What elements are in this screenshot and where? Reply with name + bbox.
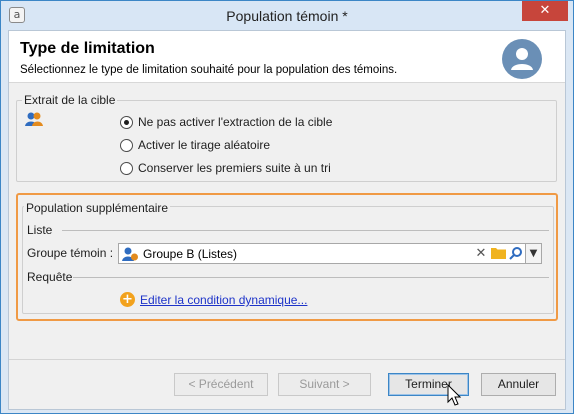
search-icon[interactable] — [508, 246, 524, 262]
user-avatar-icon — [502, 39, 542, 79]
additional-group-legend: Population supplémentaire — [24, 201, 171, 215]
extract-group-legend: Extrait de la cible — [22, 93, 118, 107]
radio-keep-first[interactable]: Conserver les premiers suite à un tri — [120, 160, 331, 176]
control-group-field[interactable]: Groupe B (Listes) ✕ ▼ — [118, 243, 542, 264]
cancel-button[interactable]: Annuler — [481, 373, 556, 396]
page-title: Type de limitation — [20, 40, 155, 57]
mouse-cursor-icon — [447, 383, 462, 409]
radio-no-extraction[interactable]: Ne pas activer l'extraction de la cible — [120, 114, 332, 130]
query-label: Requête — [27, 270, 73, 284]
radio-button[interactable] — [120, 115, 133, 129]
radio-label: Activer le tirage aléatoire — [138, 138, 271, 152]
control-group-label: Groupe témoin : — [27, 246, 114, 260]
radio-label: Ne pas activer l'extraction de la cible — [138, 115, 333, 129]
clear-icon[interactable]: ✕ — [473, 246, 489, 262]
close-button[interactable]: ✕ — [522, 1, 568, 21]
dialog-window: a Population témoin * ✕ Type de limitati… — [0, 0, 574, 414]
list-label: Liste — [27, 223, 53, 237]
query-separator — [73, 277, 549, 278]
next-button[interactable]: Suivant > — [278, 373, 371, 396]
chevron-down-icon[interactable]: ▼ — [525, 244, 541, 263]
list-separator — [62, 230, 549, 231]
radio-button[interactable] — [120, 161, 133, 175]
folder-icon[interactable] — [490, 246, 506, 262]
control-group-value: Groupe B (Listes) — [143, 247, 238, 261]
page-subtitle: Sélectionnez le type de limitation souha… — [20, 64, 398, 76]
radio-random-draw[interactable]: Activer le tirage aléatoire — [120, 137, 270, 153]
title-bar[interactable]: a Population témoin * ✕ — [1, 1, 573, 30]
edit-dynamic-condition-link[interactable]: Editer la condition dynamique... — [140, 293, 307, 307]
window-title: Population témoin * — [226, 8, 348, 24]
page-header: Type de limitation Sélectionnez le type … — [9, 31, 565, 83]
footer-divider — [9, 359, 565, 360]
radio-label: Conserver les premiers suite à un tri — [138, 161, 331, 175]
previous-button[interactable]: < Précédent — [174, 373, 268, 396]
add-icon[interactable]: + — [120, 292, 135, 307]
list-icon — [122, 246, 139, 265]
radio-button[interactable] — [120, 138, 133, 152]
dialog-body: Type de limitation Sélectionnez le type … — [8, 30, 566, 410]
target-icon — [25, 111, 43, 130]
